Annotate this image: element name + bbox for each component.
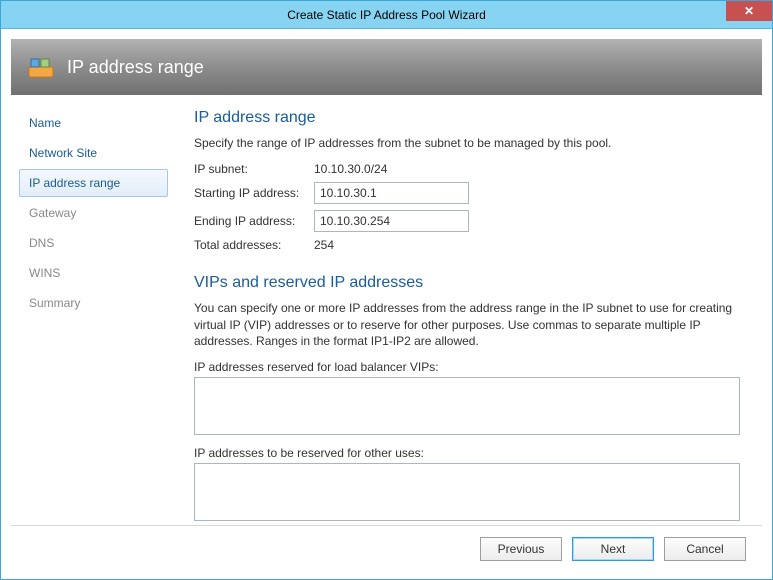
next-button[interactable]: Next xyxy=(572,537,654,561)
close-icon: ✕ xyxy=(744,4,754,18)
field-row-end: Ending IP address: xyxy=(194,210,740,232)
section-description-range: Specify the range of IP addresses from t… xyxy=(194,135,740,152)
sidebar-item-ip-address-range[interactable]: IP address range xyxy=(19,169,168,197)
cancel-button[interactable]: Cancel xyxy=(664,537,746,561)
sidebar-item-dns[interactable]: DNS xyxy=(19,229,168,257)
previous-button[interactable]: Previous xyxy=(480,537,562,561)
value-total-addresses: 254 xyxy=(314,238,334,252)
wizard-icon xyxy=(27,53,55,81)
input-starting-ip[interactable] xyxy=(314,182,469,204)
sidebar-item-wins[interactable]: WINS xyxy=(19,259,168,287)
field-row-total: Total addresses: 254 xyxy=(194,238,740,252)
wizard-window: Create Static IP Address Pool Wizard ✕ I… xyxy=(0,0,773,580)
section-heading-vips: VIPs and reserved IP addresses xyxy=(194,274,740,292)
value-ip-subnet: 10.10.30.0/24 xyxy=(314,162,387,176)
header-banner: IP address range xyxy=(11,39,762,95)
wizard-body: Name Network Site IP address range Gatew… xyxy=(1,95,772,525)
content-pane: IP address range Specify the range of IP… xyxy=(176,95,762,525)
close-button[interactable]: ✕ xyxy=(726,1,772,21)
field-row-start: Starting IP address: xyxy=(194,182,740,204)
textarea-other-reserved[interactable] xyxy=(194,463,740,521)
window-title: Create Static IP Address Pool Wizard xyxy=(287,8,486,22)
footer: Previous Next Cancel xyxy=(11,525,762,571)
field-row-subnet: IP subnet: 10.10.30.0/24 xyxy=(194,162,740,176)
section-heading-range: IP address range xyxy=(194,109,740,127)
sidebar-item-summary[interactable]: Summary xyxy=(19,289,168,317)
section-description-vips: You can specify one or more IP addresses… xyxy=(194,300,740,350)
label-ip-subnet: IP subnet: xyxy=(194,162,314,176)
sidebar-item-network-site[interactable]: Network Site xyxy=(19,139,168,167)
titlebar: Create Static IP Address Pool Wizard ✕ xyxy=(1,1,772,29)
input-ending-ip[interactable] xyxy=(314,210,469,232)
textarea-vips-reserved[interactable] xyxy=(194,377,740,435)
page-title: IP address range xyxy=(67,57,204,78)
sidebar-item-gateway[interactable]: Gateway xyxy=(19,199,168,227)
label-ending-ip: Ending IP address: xyxy=(194,214,314,228)
section-vips: VIPs and reserved IP addresses You can s… xyxy=(194,274,740,524)
label-starting-ip: Starting IP address: xyxy=(194,186,314,200)
label-vips-reserved: IP addresses reserved for load balancer … xyxy=(194,360,740,374)
label-other-reserved: IP addresses to be reserved for other us… xyxy=(194,446,740,460)
sidebar: Name Network Site IP address range Gatew… xyxy=(11,95,176,525)
label-total-addresses: Total addresses: xyxy=(194,238,314,252)
sidebar-item-name[interactable]: Name xyxy=(19,109,168,137)
